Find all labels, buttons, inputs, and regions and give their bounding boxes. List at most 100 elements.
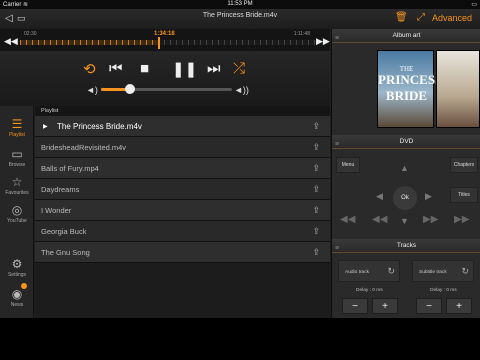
- audio-delay-label: Delay : 0 ms: [356, 288, 383, 293]
- cover-text: PRINCESS BRIDE: [378, 72, 443, 103]
- playlist-item[interactable]: ▶ The Princess Bride.m4v ⇪: [35, 116, 330, 137]
- play-indicator-icon: ▶: [43, 124, 48, 130]
- dpad-left-icon[interactable]: ◀: [376, 191, 383, 202]
- step-forward-icon[interactable]: ▶▶: [423, 214, 438, 225]
- battery-icon: ▭: [471, 2, 477, 8]
- album-art-image-secondary: [436, 50, 480, 128]
- grip-icon[interactable]: ≡: [335, 242, 339, 256]
- advanced-button[interactable]: Advanced: [432, 13, 472, 23]
- audio-delay-minus-button[interactable]: −: [342, 298, 368, 314]
- playlist-item[interactable]: I Wonder ⇪: [35, 200, 330, 221]
- playlist-heading: Playlist: [35, 106, 330, 116]
- album-art-image: THE PRINCESS BRIDE: [377, 50, 443, 128]
- section-title: Tracks: [396, 242, 417, 249]
- tracks-header: ≡ Tracks: [332, 239, 480, 253]
- playlist-item-title: Georgia Buck: [41, 227, 87, 236]
- next-icon[interactable]: ⏭: [207, 60, 221, 77]
- dvd-titles-button[interactable]: Titles: [450, 187, 478, 203]
- step-back-icon[interactable]: ◀◀: [372, 214, 387, 225]
- tab-label: Settings: [7, 272, 27, 278]
- grip-icon[interactable]: ≡: [335, 32, 339, 46]
- tab-playlist[interactable]: ☰ Playlist: [0, 116, 34, 138]
- dvd-menu-button[interactable]: Menu: [336, 157, 360, 173]
- star-icon: ☆: [11, 175, 23, 189]
- share-icon[interactable]: ⇪: [312, 142, 320, 153]
- section-title: DVD: [399, 138, 414, 145]
- playlist-item-title: I Wonder: [41, 206, 72, 215]
- playlist-panel: Playlist ▶ The Princess Bride.m4v ⇪ Brid…: [35, 106, 330, 318]
- previous-icon[interactable]: ⏮: [109, 60, 123, 77]
- subtitle-delay-minus-button[interactable]: −: [416, 298, 442, 314]
- tab-settings[interactable]: ⚙ Settings: [0, 256, 34, 278]
- fast-forward-icon[interactable]: ▶▶: [316, 36, 330, 47]
- playlist-item-title: BridesheadRevisited.m4v: [41, 143, 127, 152]
- playhead[interactable]: [157, 37, 160, 49]
- tab-label: Browse: [8, 162, 26, 168]
- playlist-item-title: The Princess Bride.m4v: [57, 122, 142, 131]
- dpad-down-icon[interactable]: ▼: [400, 216, 409, 226]
- tab-label: Playlist: [9, 132, 25, 138]
- share-icon[interactable]: ⇪: [312, 226, 320, 237]
- tab-label: YouTube: [7, 218, 27, 224]
- playlist-item[interactable]: Georgia Buck ⇪: [35, 221, 330, 242]
- refresh-icon: ↻: [387, 266, 395, 276]
- youtube-icon: ◎: [11, 203, 23, 217]
- tab-label: News: [10, 302, 24, 308]
- playlist-item[interactable]: Balls of Fury.mp4 ⇪: [35, 158, 330, 179]
- share-icon[interactable]: ⇪: [312, 247, 320, 258]
- audio-track-button[interactable]: Audio track ↻: [338, 260, 400, 282]
- subtitle-track-button[interactable]: Subtitle track ↻: [412, 260, 474, 282]
- tab-favourites[interactable]: ☆ Favourites: [0, 174, 34, 196]
- dvd-ok-button[interactable]: Ok: [393, 186, 417, 210]
- now-playing-title: The Princess Bride.m4v: [202, 12, 278, 19]
- advanced-panel: ≡ Album art THE PRINCESS BRIDE ≡ DVD Men…: [331, 29, 480, 318]
- section-title: Album art: [392, 32, 421, 39]
- tab-browse[interactable]: ▭ Browse: [0, 146, 34, 168]
- top-bar: ◁ ▭ The Princess Bride.m4v 🗑 ⤢ Advanced: [0, 9, 480, 29]
- pause-icon[interactable]: ❚❚: [172, 60, 197, 78]
- status-bar: Carrier ≋ 11:53 PM ▭: [0, 0, 480, 9]
- playlist-item-title: Daydreams: [41, 185, 80, 194]
- share-icon[interactable]: ⇪: [312, 184, 320, 195]
- list-icon: ☰: [11, 117, 23, 131]
- transport-controls: ⟲ ⏮ ■ ❚❚ ⏭ ⤮ ◄) ◄)): [0, 51, 330, 106]
- tab-news[interactable]: ◉ News: [0, 286, 34, 308]
- dpad-up-icon[interactable]: ▲: [400, 163, 409, 173]
- subtitle-delay-label: Delay : 0 ms: [430, 288, 457, 293]
- grip-icon[interactable]: ≡: [335, 138, 339, 152]
- refresh-icon: ↻: [461, 266, 469, 276]
- rewind-icon[interactable]: ◀◀: [4, 36, 18, 47]
- total-time: 1:11:48: [293, 31, 310, 37]
- elapsed-time: 02:30: [24, 31, 37, 37]
- tab-youtube[interactable]: ◎ YouTube: [0, 202, 34, 224]
- seek-bar[interactable]: ◀◀ 02:30 1:34:18 1:11:48 ▶▶: [0, 29, 330, 51]
- repeat-icon[interactable]: ⟲: [83, 60, 96, 78]
- share-icon[interactable]: ⇪: [312, 163, 320, 174]
- playlist-item-title: Balls of Fury.mp4: [41, 164, 99, 173]
- audio-track-label: Audio track: [345, 270, 369, 275]
- trash-icon[interactable]: 🗑: [395, 12, 408, 23]
- expand-icon[interactable]: ⤢: [417, 12, 425, 23]
- rss-icon: ◉: [11, 287, 23, 301]
- dvd-chapters-button[interactable]: Chapters: [450, 157, 478, 173]
- album-art-header: ≡ Album art: [332, 29, 480, 43]
- volume-knob[interactable]: [124, 84, 135, 94]
- playlist-item[interactable]: The Gnu Song ⇪: [35, 242, 330, 263]
- playlist-item[interactable]: Daydreams ⇪: [35, 179, 330, 200]
- app-window: Carrier ≋ 11:53 PM ▭ ◁ ▭ The Princess Br…: [0, 0, 480, 318]
- side-tab-bar: ☰ Playlist ▭ Browse ☆ Favourites ◎ YouTu…: [0, 106, 34, 318]
- stop-icon[interactable]: ■: [140, 60, 149, 77]
- gear-icon: ⚙: [11, 257, 23, 271]
- shuffle-icon[interactable]: ⤮: [233, 60, 245, 77]
- volume-low-icon: ◄): [86, 85, 98, 95]
- skip-forward-icon[interactable]: ▶▶: [454, 214, 469, 225]
- skip-back-icon[interactable]: ◀◀: [340, 214, 355, 225]
- volume-high-icon: ◄)): [234, 85, 249, 95]
- dpad-right-icon[interactable]: ▶: [425, 191, 432, 202]
- share-icon[interactable]: ⇪: [312, 121, 320, 132]
- tab-label: Favourites: [5, 190, 29, 196]
- share-icon[interactable]: ⇪: [312, 205, 320, 216]
- subtitle-delay-plus-button[interactable]: +: [446, 298, 472, 314]
- audio-delay-plus-button[interactable]: +: [372, 298, 398, 314]
- playlist-item[interactable]: BridesheadRevisited.m4v ⇪: [35, 137, 330, 158]
